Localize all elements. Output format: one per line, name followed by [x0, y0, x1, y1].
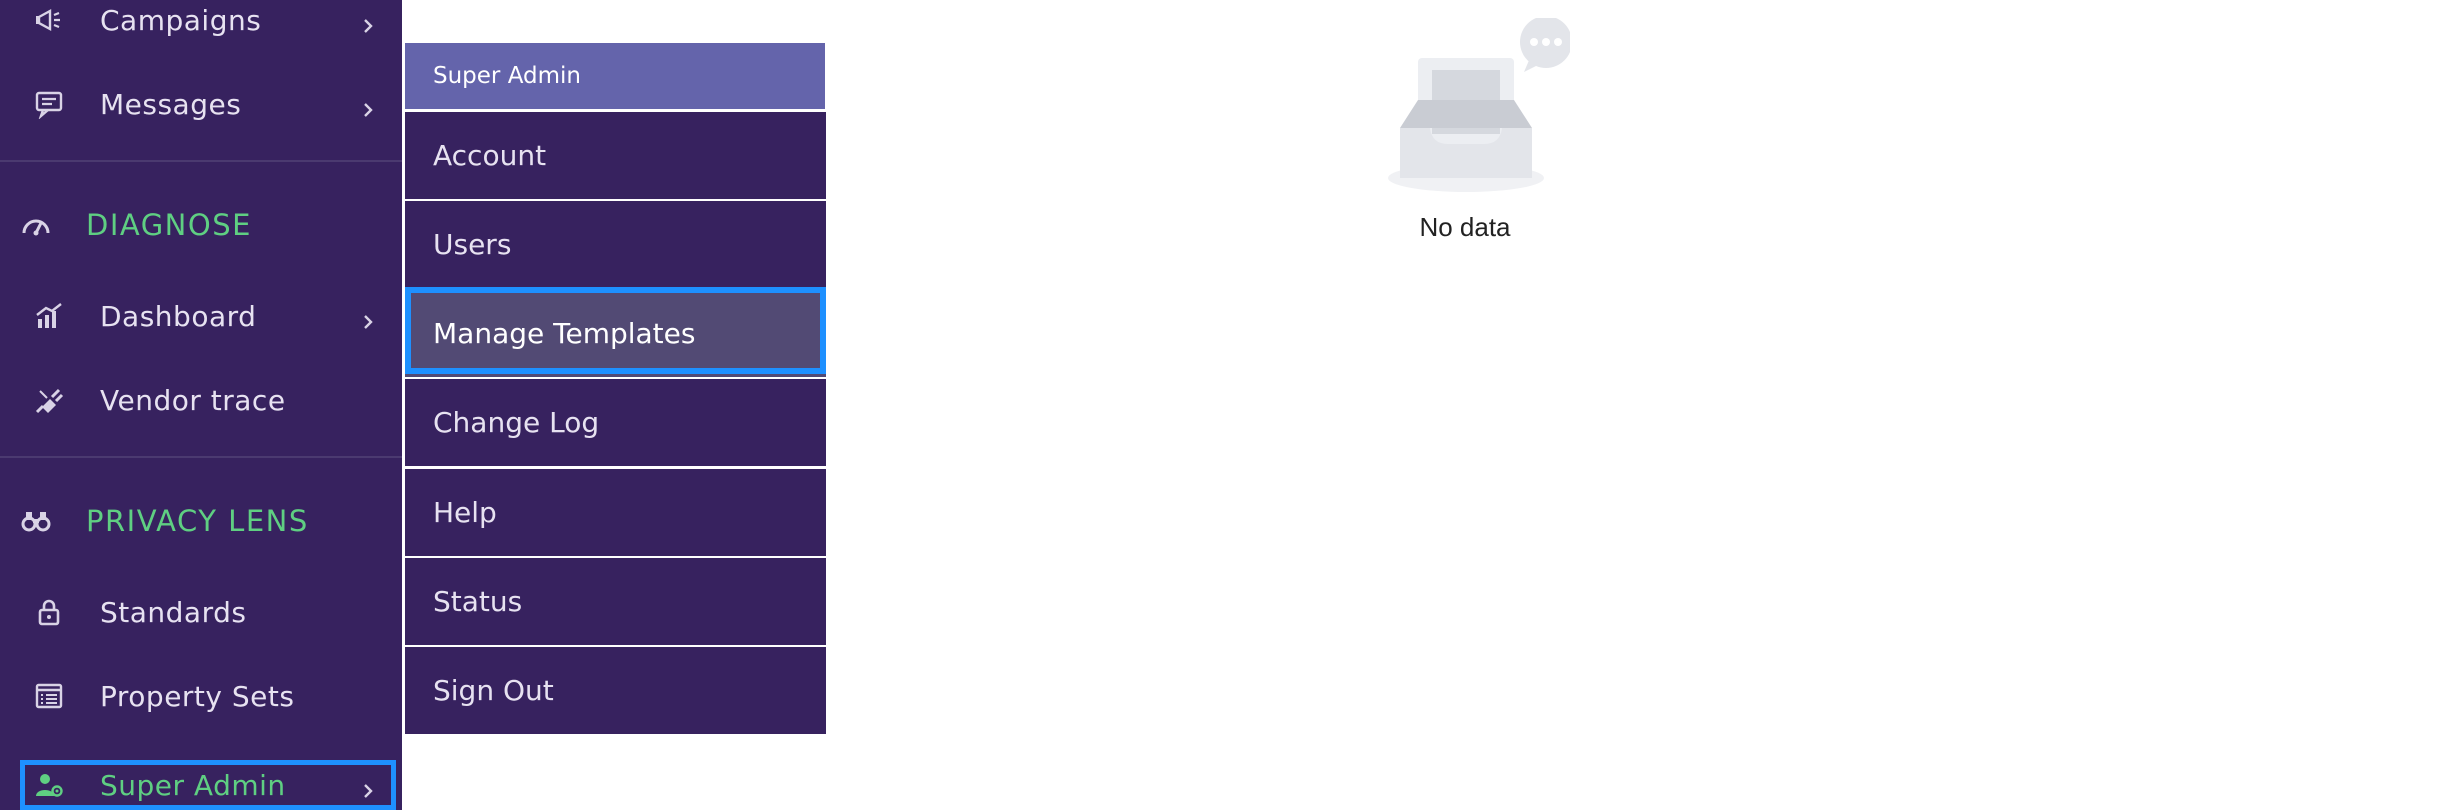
submenu-item-users[interactable]: Users: [405, 201, 826, 288]
binoculars-icon: [20, 507, 52, 535]
lock-icon: [34, 597, 64, 627]
sidebar-item-standards[interactable]: Standards: [0, 577, 402, 647]
submenu-item-account[interactable]: Account: [405, 112, 826, 199]
chevron-right-icon: [358, 306, 378, 329]
sidebar-item-label: Dashboard: [100, 299, 257, 333]
gauge-icon: [20, 211, 52, 239]
submenu-header: Super Admin: [405, 43, 825, 109]
submenu-item-sign-out[interactable]: Sign Out: [405, 647, 826, 734]
plug-icon: [34, 385, 64, 415]
empty-state-text: No data: [1419, 212, 1511, 242]
chevron-right-icon: [358, 775, 378, 798]
sidebar-item-vendor-trace[interactable]: Vendor trace: [0, 365, 402, 435]
sidebar-item-label: Campaigns: [100, 3, 262, 37]
sidebar-item-label: Vendor trace: [100, 383, 286, 417]
sidebar-item-label: Property Sets: [100, 679, 295, 713]
message-icon: [34, 89, 64, 119]
sidebar: Campaigns Messages DIAGNOSE Dashboard Ve…: [0, 0, 402, 810]
sidebar-item-label: Super Admin: [100, 768, 286, 802]
section-label: DIAGNOSE: [86, 208, 252, 242]
sidebar-divider: [0, 456, 402, 458]
sidebar-item-super-admin[interactable]: Super Admin: [0, 750, 402, 810]
section-privacy-lens: PRIVACY LENS: [0, 486, 402, 556]
section-diagnose: DIAGNOSE: [0, 190, 402, 260]
section-label: PRIVACY LENS: [86, 504, 309, 538]
sidebar-item-messages[interactable]: Messages: [0, 69, 402, 139]
submenu-item-manage-templates[interactable]: Manage Templates: [405, 287, 826, 377]
submenu-item-help[interactable]: Help: [405, 469, 826, 556]
chart-icon: [34, 301, 64, 331]
list-icon: [34, 681, 64, 711]
megaphone-icon: [34, 5, 64, 35]
sidebar-item-label: Standards: [100, 595, 247, 629]
submenu-item-status[interactable]: Status: [405, 558, 826, 645]
user-gear-icon: [34, 770, 64, 800]
chevron-right-icon: [358, 10, 378, 33]
chevron-right-icon: [358, 94, 378, 117]
sidebar-item-label: Messages: [100, 87, 242, 121]
sidebar-divider: [0, 160, 402, 162]
sidebar-item-campaigns[interactable]: Campaigns: [0, 0, 402, 55]
submenu-item-change-log[interactable]: Change Log: [405, 379, 826, 466]
sidebar-item-property-sets[interactable]: Property Sets: [0, 661, 402, 731]
sidebar-item-dashboard[interactable]: Dashboard: [0, 281, 402, 351]
